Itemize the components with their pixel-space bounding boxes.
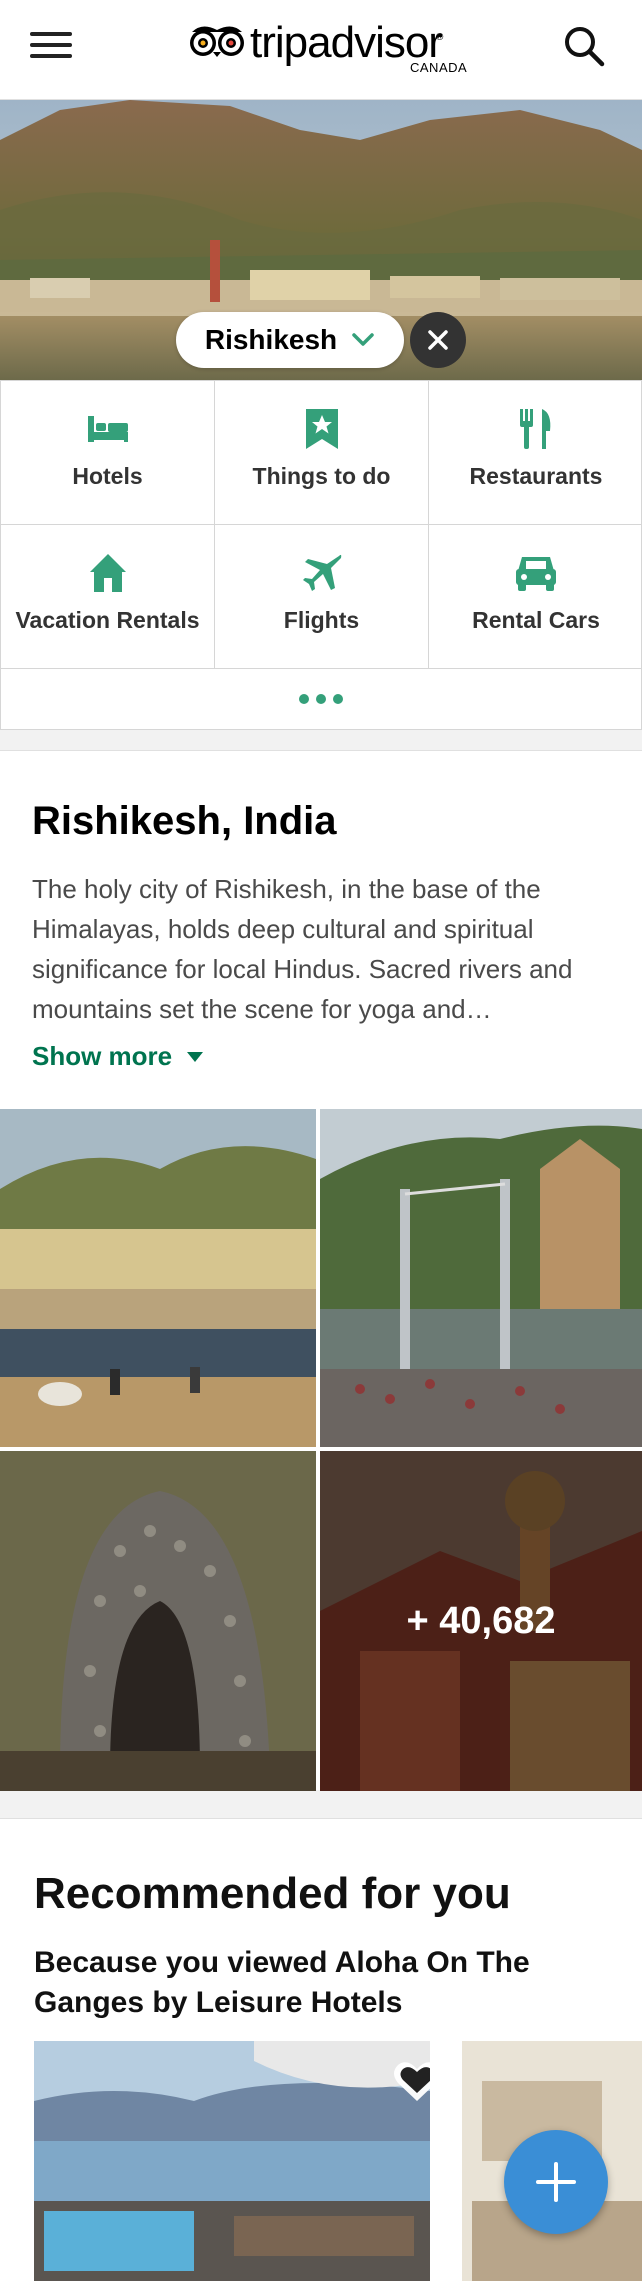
photo-stone-dome[interactable] [0,1451,316,1791]
destination-description: The holy city of Rishikesh, in the base … [32,874,573,1024]
photo-river-ghat[interactable] [0,1109,316,1447]
hotel-pool-image [34,2041,430,2281]
recommended-title: Recommended for you [34,1869,511,1918]
category-label: Rental Cars [472,607,600,633]
house-icon [88,551,128,595]
photo-suspension-bridge[interactable] [320,1109,642,1447]
category-label: Things to do [252,463,391,489]
heart-icon[interactable] [390,2059,430,2105]
airplane-icon [301,551,343,595]
show-more-link[interactable]: Show more [32,1041,204,1072]
recommended-card-hotel[interactable] [34,2041,430,2281]
caret-down-icon [187,1051,204,1062]
category-hotels[interactable]: Hotels [1,381,215,525]
hero-image: Rishikesh [0,100,642,380]
hamburger-menu-icon[interactable] [30,32,76,68]
category-label: Vacation Rentals [15,607,200,633]
header: tripadvisor ® CANADA [0,0,642,100]
location-name: Rishikesh [204,324,338,355]
recommended-subtitle: Because you viewed Aloha On The Ganges b… [34,1946,530,2019]
show-more-label: Show more [32,1041,173,1071]
category-grid: Hotels Things to do Restaurants Vacation… [0,380,642,730]
category-label: Restaurants [469,463,603,489]
category-rental-cars[interactable]: Rental Cars [429,525,642,669]
destination-title: Rishikesh, India [32,799,337,843]
category-label: Hotels [72,463,143,489]
category-things-to-do[interactable]: Things to do [215,381,429,525]
destination-overview: Rishikesh, India The holy city of Rishik… [0,750,642,1791]
category-vacation-rentals[interactable]: Vacation Rentals [1,525,215,669]
search-icon[interactable] [562,24,606,68]
logo-country: CANADA [410,60,468,75]
photo-temple-more[interactable]: + 40,682 [320,1451,642,1791]
bed-icon [86,407,130,451]
close-icon[interactable] [410,312,466,368]
owl-logo-icon [190,26,244,57]
category-restaurants[interactable]: Restaurants [429,381,642,525]
logo-registered-mark: ® [436,32,444,43]
fork-knife-icon [518,407,554,451]
tripadvisor-logo[interactable]: tripadvisor ® CANADA [188,18,467,78]
chevron-down-icon [352,333,374,346]
category-flights[interactable]: Flights [215,525,429,669]
photo-count: + 40,682 [320,1451,642,1791]
location-selector[interactable]: Rishikesh [176,312,404,368]
plus-icon[interactable] [504,2130,608,2234]
more-dots-icon[interactable] [1,669,641,729]
bookmark-star-icon [304,407,340,451]
car-icon [514,551,558,595]
category-label: Flights [283,607,360,633]
